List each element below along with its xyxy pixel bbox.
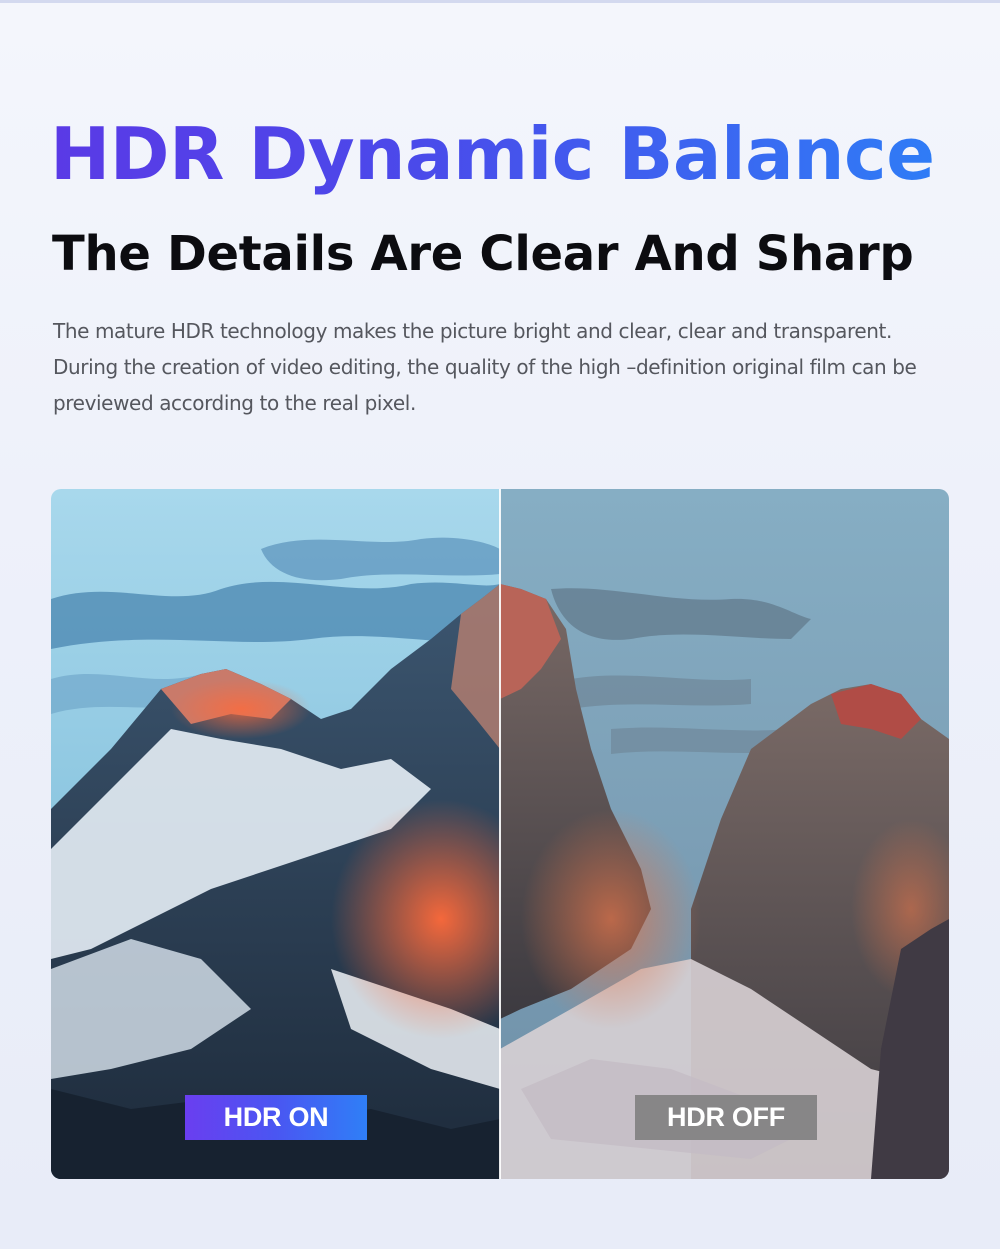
- headline: HDR Dynamic Balance: [50, 108, 935, 200]
- hdr-off-badge: HDR OFF: [635, 1095, 817, 1140]
- subheadline: The Details Are Clear And Sharp: [52, 226, 914, 282]
- hdr-comparison-image: HDR ON HDR OFF: [51, 489, 949, 1179]
- description-text: The mature HDR technology makes the pict…: [53, 319, 917, 415]
- comparison-divider: [499, 489, 501, 1179]
- top-divider-line: [0, 0, 1000, 3]
- hdr-on-badge: HDR ON: [185, 1095, 367, 1140]
